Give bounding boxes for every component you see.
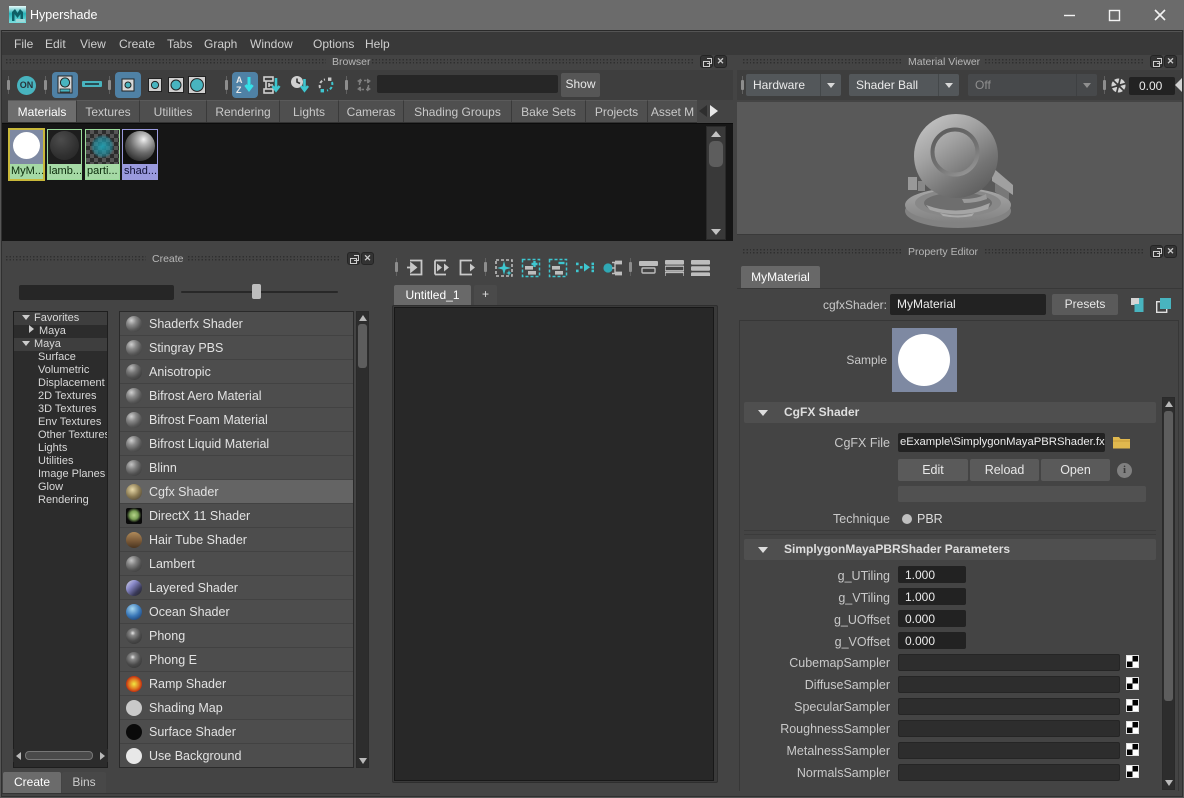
svg-text:Z: Z [236, 85, 242, 95]
svg-text:A: A [236, 75, 243, 85]
